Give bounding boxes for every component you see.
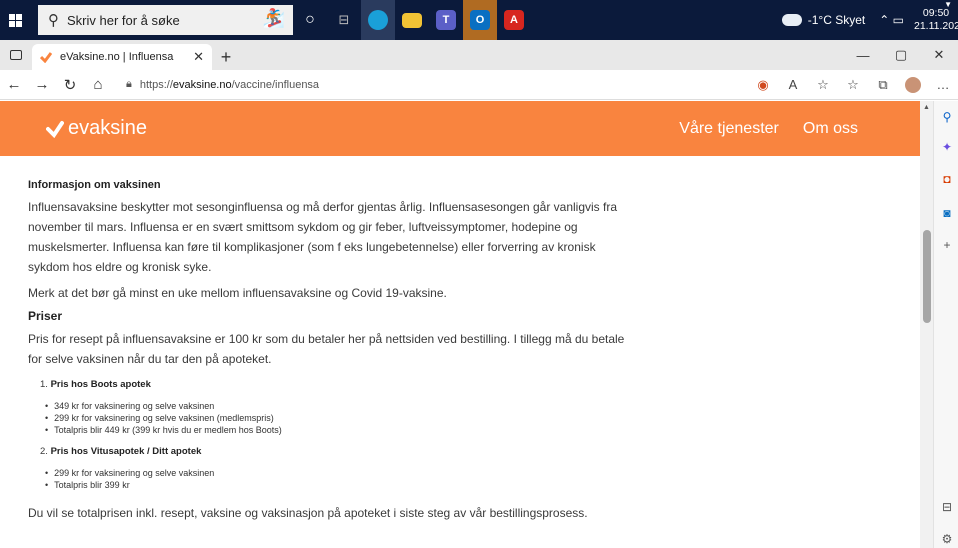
outlook-icon: O bbox=[470, 10, 490, 30]
paragraph-info: Influensavaksine beskytter mot sesonginf… bbox=[28, 200, 618, 274]
list-item: 299 kr for vaksinering og selve vaksinen… bbox=[45, 412, 640, 424]
taskbar-search-box[interactable]: ⚲ Skriv her for å søke 🏂 bbox=[38, 5, 293, 35]
network-icon: ▭ bbox=[892, 13, 904, 27]
site-header: evaksine Våre tjenester Om oss bbox=[0, 101, 920, 156]
more-options-icon[interactable]: … bbox=[928, 77, 958, 92]
logo-text: evaksine bbox=[68, 117, 147, 139]
taskbar-file-explorer[interactable] bbox=[395, 0, 429, 40]
tab-actions-icon bbox=[10, 50, 22, 60]
list-item: 299 kr for vaksinering og selve vaksinen bbox=[45, 467, 640, 479]
tab-actions-button[interactable] bbox=[0, 40, 32, 70]
back-button[interactable]: ← bbox=[0, 70, 28, 100]
nav-om-oss[interactable]: Om oss bbox=[803, 120, 858, 138]
acrobat-icon: A bbox=[504, 10, 524, 30]
address-bar[interactable]: 🔒︎ https://evaksine.no/vaccine/influensa bbox=[120, 73, 700, 97]
price-list-boots: 349 kr for vaksinering og selve vaksinen… bbox=[45, 400, 640, 436]
minimize-button[interactable]: — bbox=[844, 40, 882, 70]
search-icon: ⚲ bbox=[48, 12, 59, 29]
task-view-button[interactable]: ⊟ bbox=[327, 0, 361, 40]
collections-icon[interactable]: ⧉ bbox=[868, 77, 898, 93]
weather-text: -1°C Skyet bbox=[807, 13, 866, 27]
sidebar-copilot-icon[interactable]: ✦ bbox=[939, 139, 955, 155]
scrollbar-thumb[interactable] bbox=[923, 230, 931, 323]
paragraph-prices: Pris for resept på influensavaksine er 1… bbox=[28, 332, 625, 366]
price-list-vitus: 299 kr for vaksinering og selve vaksinen… bbox=[45, 467, 640, 491]
heading-info: Informasjon om vaksinen bbox=[28, 179, 161, 191]
pharmacy-number: 2. bbox=[40, 446, 48, 457]
url-domain: evaksine.no bbox=[172, 78, 232, 91]
favorites-icon[interactable]: ☆ bbox=[838, 77, 868, 93]
taskbar-clock[interactable]: 09:50 21.11.2022 bbox=[914, 7, 958, 33]
url-prefix: https:// bbox=[139, 78, 173, 91]
browser-tab-strip: eVaksine.no | Influensa ✕ + — ▢ ✕ bbox=[0, 40, 958, 70]
list-item: 349 kr for vaksinering og selve vaksinen bbox=[45, 400, 640, 412]
sidebar-toggle-icon[interactable]: ⊟ bbox=[939, 499, 955, 515]
taskbar-edge[interactable] bbox=[361, 0, 395, 40]
sidebar-search-icon[interactable]: ⚲ bbox=[939, 109, 955, 125]
sidebar-settings-icon[interactable]: ⚙ bbox=[939, 531, 955, 547]
windows-logo-icon bbox=[8, 13, 22, 27]
pharmacy-number: 1. bbox=[40, 379, 48, 390]
chevron-up-icon: ⌃ bbox=[879, 13, 890, 27]
cortana-button[interactable]: ○ bbox=[293, 0, 327, 40]
read-aloud-icon[interactable]: A bbox=[778, 77, 808, 92]
nav-vare-tjenester[interactable]: Våre tjenester bbox=[679, 120, 779, 138]
pharmacy-title-boots: 1. Pris hos Boots apotek bbox=[40, 379, 640, 390]
address-toolbar: ← → ↻ ⌂ 🔒︎ https://evaksine.no/vaccine/i… bbox=[0, 70, 958, 100]
pharmacy-name: Pris hos Vitusapotek / Ditt apotek bbox=[50, 446, 202, 457]
sidebar-add-icon[interactable]: + bbox=[939, 237, 955, 253]
list-item: Totalpris blir 399 kr bbox=[45, 479, 640, 491]
tracking-prevention-icon[interactable]: ◉ bbox=[748, 77, 778, 93]
evaksine-favicon-icon bbox=[40, 52, 52, 63]
close-tab-icon[interactable]: ✕ bbox=[193, 49, 204, 65]
task-view-icon: ⊟ bbox=[338, 12, 350, 27]
site-logo[interactable]: evaksine bbox=[46, 117, 147, 140]
profile-avatar[interactable] bbox=[905, 76, 921, 93]
taskbar-acrobat[interactable]: A bbox=[497, 0, 531, 40]
list-item: Totalpris blir 449 kr (399 kr hvis du er… bbox=[45, 424, 640, 436]
lock-icon: 🔒︎ bbox=[126, 78, 132, 90]
cortana-icon: ○ bbox=[305, 11, 315, 28]
edge-icon bbox=[368, 10, 388, 30]
taskbar-teams[interactable]: T bbox=[429, 0, 463, 40]
taskbar-search-placeholder: Skriv her for å søke bbox=[67, 12, 180, 28]
sidebar-outlook-icon[interactable]: ◙ bbox=[939, 205, 955, 221]
start-button[interactable] bbox=[0, 0, 30, 40]
url-path: /vaccine/influensa bbox=[231, 78, 320, 91]
teams-icon: T bbox=[436, 10, 456, 30]
browser-tab[interactable]: eVaksine.no | Influensa ✕ bbox=[32, 44, 212, 70]
paragraph-total: Du vil se totalprisen inkl. resept, vaks… bbox=[28, 506, 588, 520]
windows-taskbar: ⚲ Skriv her for å søke 🏂 ○ ⊟ T O A -1°C … bbox=[0, 0, 958, 40]
cloud-icon bbox=[781, 14, 802, 26]
refresh-button[interactable]: ↻ bbox=[56, 70, 84, 100]
close-window-button[interactable]: ✕ bbox=[920, 40, 958, 70]
pharmacy-name: Pris hos Boots apotek bbox=[50, 379, 151, 390]
paragraph-note: Merk at det bør gå minst en uke mellom i… bbox=[28, 286, 447, 300]
edge-sidebar: ⚲ ✦ ◘ ◙ + ⊟ ⚙ bbox=[933, 101, 958, 548]
page-scrollbar[interactable]: ▲ bbox=[920, 101, 933, 548]
system-tray[interactable]: ⌃ ▭ bbox=[879, 13, 904, 27]
file-explorer-icon bbox=[402, 12, 422, 28]
new-tab-button[interactable]: + bbox=[212, 44, 240, 70]
home-button[interactable]: ⌂ bbox=[84, 70, 112, 100]
taskbar-outlook[interactable]: O bbox=[463, 0, 497, 40]
weather-widget[interactable]: -1°C Skyet bbox=[781, 13, 866, 27]
add-favorite-icon[interactable]: ☆ bbox=[808, 77, 838, 93]
sidebar-office-icon[interactable]: ◘ bbox=[939, 171, 955, 187]
chevron-down-icon: ▼ bbox=[944, 0, 952, 9]
scroll-up-arrow-icon[interactable]: ▲ bbox=[923, 104, 930, 111]
main-content: Informasjon om vaksinen Influensavaksine… bbox=[0, 156, 640, 523]
tab-title: eVaksine.no | Influensa bbox=[60, 51, 174, 63]
page-viewport: evaksine Våre tjenester Om oss Informasj… bbox=[0, 101, 920, 548]
pharmacy-title-vitus: 2. Pris hos Vitusapotek / Ditt apotek bbox=[40, 446, 640, 457]
restore-button[interactable]: ▢ bbox=[882, 40, 920, 70]
heading-prices: Priser bbox=[28, 309, 63, 323]
forward-button[interactable]: → bbox=[28, 70, 56, 100]
search-highlight-icon: 🏂 bbox=[262, 8, 285, 28]
evaksine-logo-icon bbox=[46, 120, 64, 138]
clock-date: 21.11.2022 bbox=[914, 20, 958, 32]
